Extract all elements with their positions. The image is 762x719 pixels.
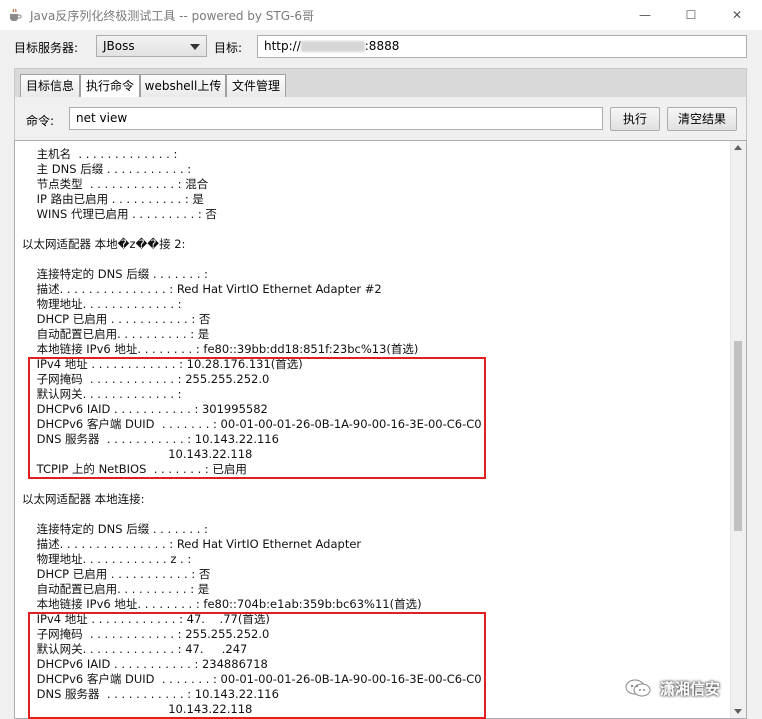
server-label: 目标服务器: bbox=[14, 41, 79, 55]
window-title: Java反序列化终极测试工具 -- powered by STG-6哥 bbox=[30, 9, 315, 23]
url-prefix: http:// bbox=[264, 39, 301, 53]
highlight-box-adapter-2 bbox=[28, 357, 486, 479]
tab-webshell-upload[interactable]: webshell上传 bbox=[140, 74, 226, 98]
redacted-ip bbox=[300, 41, 365, 52]
maximize-button[interactable]: ☐ bbox=[668, 0, 714, 30]
command-label: 命令: bbox=[26, 114, 55, 128]
target-label: 目标: bbox=[214, 41, 243, 55]
command-input-value: net view bbox=[76, 111, 128, 125]
tab-target-info[interactable]: 目标信息 bbox=[20, 74, 80, 98]
server-select[interactable]: JBoss bbox=[96, 35, 207, 57]
minimize-button[interactable]: — bbox=[622, 0, 668, 30]
command-input[interactable]: net view bbox=[69, 107, 603, 130]
scroll-up-icon[interactable] bbox=[734, 145, 742, 150]
chevron-down-icon bbox=[190, 44, 200, 50]
target-url-value: http:// :8888 bbox=[264, 39, 399, 53]
clear-results-button[interactable]: 清空结果 bbox=[667, 107, 737, 131]
tab-execute-command[interactable]: 执行命令 bbox=[80, 74, 140, 99]
close-button[interactable]: ✕ bbox=[714, 0, 760, 30]
tab-bar: 目标信息 执行命令 webshell上传 文件管理 bbox=[14, 68, 747, 99]
java-cup-icon bbox=[10, 8, 22, 21]
tab-file-manager[interactable]: 文件管理 bbox=[226, 74, 286, 98]
vertical-scrollbar[interactable] bbox=[730, 141, 746, 718]
wechat-icon bbox=[625, 679, 651, 697]
scroll-down-icon[interactable] bbox=[734, 709, 742, 714]
title-bar: Java反序列化终极测试工具 -- powered by STG-6哥 — ☐ … bbox=[0, 0, 762, 30]
watermark-text: 潇湘信安 bbox=[660, 680, 721, 698]
url-suffix: :8888 bbox=[364, 39, 400, 53]
highlight-box-local-connection bbox=[28, 612, 486, 719]
scrollbar-thumb[interactable] bbox=[734, 341, 742, 531]
target-url-input[interactable]: http:// :8888 bbox=[257, 35, 747, 58]
server-select-value: JBoss bbox=[103, 39, 135, 53]
execute-button[interactable]: 执行 bbox=[610, 107, 660, 131]
watermark: 潇湘信安 bbox=[624, 676, 748, 700]
